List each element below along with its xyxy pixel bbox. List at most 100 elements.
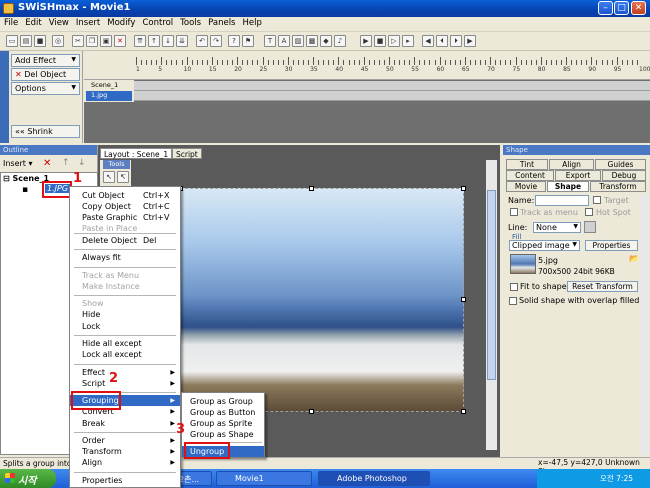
subselect-tool-icon[interactable]: ↸ (117, 171, 129, 183)
context-menu-item-make-instance[interactable]: Make Instance (70, 281, 180, 292)
track-as-menu-checkbox[interactable] (510, 208, 518, 216)
taskbar-item-movie1[interactable]: Movie1 (216, 471, 312, 486)
selection-handle[interactable] (309, 186, 314, 191)
selection-handle[interactable] (461, 186, 466, 191)
move-down-icon[interactable]: ↓ (78, 158, 86, 168)
timeline-tick-mark (146, 60, 148, 65)
context-menu-item-break[interactable]: Break ▶ (70, 418, 180, 429)
timeline-tick-mark (211, 57, 213, 65)
context-menu-item-order[interactable]: Order ▶ (70, 435, 180, 446)
fill-type-select[interactable]: Clipped image ▼ (509, 240, 580, 251)
timeline-tick-mark (576, 60, 578, 65)
context-menu-item-align[interactable]: Align ▶ (70, 457, 180, 468)
move-up-icon[interactable]: ↑ (62, 158, 70, 168)
properties-button[interactable]: Properties (585, 240, 638, 251)
tab-debug[interactable]: Debug (602, 170, 646, 181)
shape-panel-scrollbar[interactable] (640, 195, 649, 455)
delete-object-icon[interactable]: ✕ (43, 158, 51, 169)
context-menu-item-properties[interactable]: Properties (70, 475, 180, 486)
timeline-tick-mark (520, 60, 522, 65)
context-menu-item-always-fit[interactable]: Always fit (70, 252, 180, 263)
timeline-tick-mark (515, 57, 517, 65)
tab-transform[interactable]: Transform (590, 181, 646, 192)
context-menu-item-label: Track as Menu (82, 271, 140, 280)
tab-shape[interactable]: Shape (547, 181, 589, 192)
timeline-row-image[interactable]: 1.jpg (86, 91, 132, 101)
timeline-tick-mark (566, 57, 568, 65)
context-menu-item-show[interactable]: Show (70, 298, 180, 309)
timeline-tick-mark (338, 57, 340, 65)
select-tool-icon[interactable]: ↖ (103, 171, 115, 183)
target-checkbox[interactable] (593, 196, 601, 204)
image-info: 700x500 24bit 96KB (538, 267, 615, 276)
context-menu-item-transform[interactable]: Transform ▶ (70, 446, 180, 457)
selection-handle[interactable] (309, 409, 314, 414)
context-menu-item-lock-all-except[interactable]: Lock all except (70, 349, 180, 360)
context-menu-item-label: Hide (82, 310, 101, 319)
tab-content[interactable]: Content (506, 170, 554, 181)
tab-script[interactable]: Script (172, 148, 202, 159)
context-menu-item-label: Lock (82, 322, 101, 331)
status-message: Splits a group into (3, 459, 72, 468)
timeline-tick-label: 50 (386, 66, 394, 73)
submenu-item-group-as-shape[interactable]: Group as Shape (182, 429, 264, 440)
timeline-tick-mark (540, 57, 542, 65)
tab-layout[interactable]: Layout : Scene_1 (100, 148, 173, 159)
tab-export[interactable]: Export (555, 170, 601, 181)
context-menu-item-paste-graphic[interactable]: Paste Graphic Ctrl+V (70, 212, 180, 223)
menu-separator (74, 335, 176, 336)
context-menu-item-copy-object[interactable]: Copy Object Ctrl+C (70, 201, 180, 212)
context-menu-item-effect[interactable]: Effect ▶ (70, 367, 180, 378)
timeline-tick-mark (495, 60, 497, 65)
name-input[interactable] (535, 195, 589, 206)
timeline-tick-mark (242, 60, 244, 65)
shrink-button[interactable]: «« Shrink (11, 125, 80, 138)
timeline-tick-mark (454, 60, 456, 65)
context-menu-item-track-as-menu[interactable]: Track as Menu (70, 270, 180, 281)
tab-align[interactable]: Align (549, 159, 594, 170)
line-color-swatch[interactable] (584, 221, 596, 233)
timeline-tick-mark (404, 60, 406, 65)
tab-tint[interactable]: Tint (506, 159, 548, 170)
tab-movie[interactable]: Movie (506, 181, 546, 192)
hot-spot-checkbox[interactable] (585, 208, 593, 216)
context-menu-item-label: Script (82, 379, 106, 388)
timeline-tick-mark (328, 60, 330, 65)
tools-header: Tools (103, 160, 130, 169)
selection-handle[interactable] (461, 297, 466, 302)
taskbar-item-photoshop[interactable]: Adobe Photoshop (318, 471, 430, 486)
timeline-tick-mark (383, 60, 385, 65)
timeline-tick-label: 20 (234, 66, 242, 73)
timeline-row-scene[interactable]: Scene_1 (86, 81, 132, 91)
context-menu-item-label: Always fit (82, 253, 121, 262)
timeline-tick-mark (353, 60, 355, 65)
context-menu-item-label: Paste in Place (82, 224, 138, 233)
insert-dropdown[interactable]: Insert ▾ (3, 159, 33, 168)
submenu-arrow-icon: ▶ (170, 380, 175, 387)
solid-shape-checkbox[interactable] (509, 297, 517, 305)
line-select[interactable]: None ▼ (533, 222, 581, 233)
layout-scroll-thumb[interactable] (487, 190, 496, 380)
dropdown-arrow-icon: ▼ (573, 223, 578, 230)
context-menu-item-script[interactable]: Script ▶ (70, 378, 180, 389)
timeline-track-scene[interactable] (134, 81, 650, 91)
image-tree-node[interactable]: 1.JPG (45, 184, 71, 193)
timeline-tick-label: 60 (436, 66, 445, 73)
submenu-item-group-as-button[interactable]: Group as Button (182, 407, 264, 418)
submenu-item-group-as-group[interactable]: Group as Group (182, 396, 264, 407)
fit-to-shape-checkbox[interactable] (510, 283, 518, 291)
reset-transform-button[interactable]: Reset Transform (567, 281, 638, 292)
context-menu-item-hide[interactable]: Hide (70, 309, 180, 320)
context-menu-item-hide-all-except[interactable]: Hide all except (70, 338, 180, 349)
tab-guides[interactable]: Guides (595, 159, 646, 170)
open-image-icon[interactable]: 📂 (629, 254, 639, 263)
context-menu-item-delete-object[interactable]: Delete Object Del (70, 235, 180, 246)
selection-handle[interactable] (461, 409, 466, 414)
timeline-tick-label: 65 (461, 66, 470, 73)
timeline-track-image[interactable] (134, 91, 650, 101)
timeline-tick-mark (419, 60, 421, 65)
timeline-tick-mark (181, 60, 183, 65)
submenu-item-group-as-sprite[interactable]: Group as Sprite (182, 418, 264, 429)
context-menu-item-lock[interactable]: Lock (70, 321, 180, 332)
context-menu-item-cut-object[interactable]: Cut Object Ctrl+X (70, 190, 180, 201)
